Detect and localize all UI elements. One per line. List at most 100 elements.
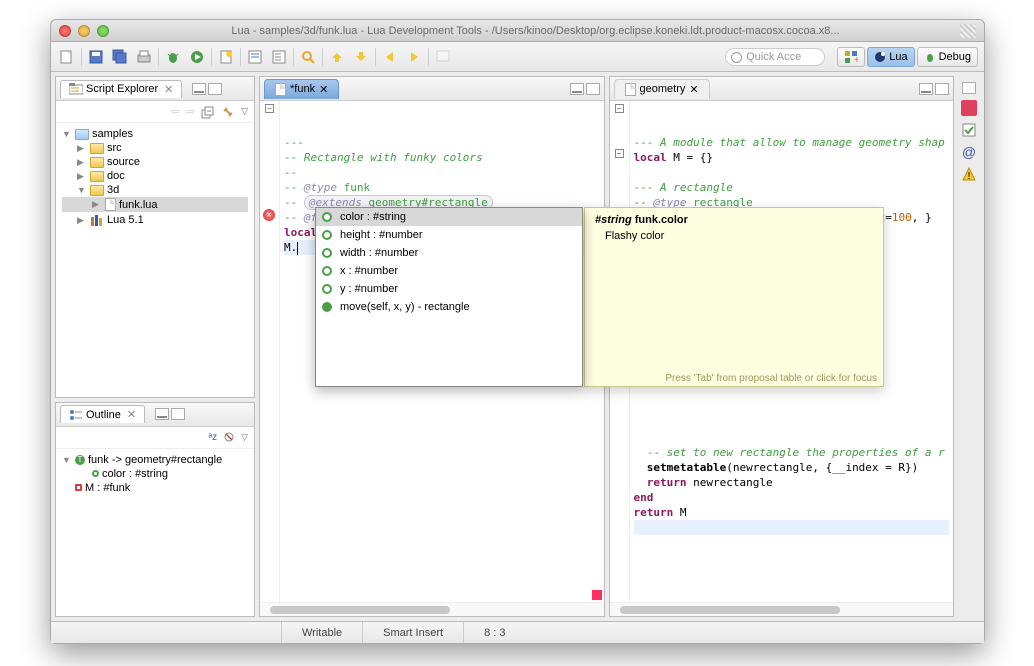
close-icon[interactable]: ✕ bbox=[127, 408, 136, 421]
status-writable: Writable bbox=[281, 622, 362, 643]
toggle-comment-button[interactable] bbox=[245, 47, 265, 67]
field-icon bbox=[322, 284, 332, 294]
completion-item[interactable]: move(self, x, y) - rectangle bbox=[316, 298, 582, 316]
folder-icon bbox=[90, 143, 104, 154]
editor-tab-funk[interactable]: *funk ✕ bbox=[264, 79, 339, 99]
run-button[interactable] bbox=[187, 47, 207, 67]
open-perspective-button[interactable]: + bbox=[837, 47, 865, 67]
horizontal-scrollbar[interactable] bbox=[260, 602, 604, 616]
print-button[interactable] bbox=[134, 47, 154, 67]
prev-annotation-button[interactable] bbox=[327, 47, 347, 67]
lua-file-icon bbox=[105, 198, 116, 211]
completion-item[interactable]: y : #number bbox=[316, 280, 582, 298]
toggle-block-button[interactable] bbox=[269, 47, 289, 67]
tree-item-3d[interactable]: 3d bbox=[107, 184, 119, 196]
doc-name: funk.color bbox=[632, 214, 688, 226]
debug-perspective-button[interactable]: Debug bbox=[917, 47, 978, 67]
maximize-editor-button[interactable] bbox=[935, 83, 949, 95]
new-lua-button[interactable] bbox=[216, 47, 236, 67]
back-nav-icon[interactable]: ⇦ bbox=[171, 105, 180, 118]
close-icon[interactable]: ✕ bbox=[689, 83, 698, 96]
status-insert-mode: Smart Insert bbox=[362, 622, 463, 643]
folder-icon bbox=[90, 157, 104, 168]
warning-icon[interactable]: ! bbox=[961, 166, 977, 182]
editor-tab-geometry[interactable]: geometry ✕ bbox=[614, 79, 710, 99]
titlebar: Lua - samples/3d/funk.lua - Lua Developm… bbox=[51, 20, 984, 42]
module-icon bbox=[75, 484, 82, 491]
outline-item-color[interactable]: color : #string bbox=[102, 468, 168, 480]
view-menu-icon[interactable]: ▽ bbox=[241, 432, 248, 443]
fold-icon[interactable]: − bbox=[615, 149, 624, 158]
error-marker[interactable] bbox=[592, 590, 602, 600]
doc-popup[interactable]: #string funk.color Flashy color Press 'T… bbox=[584, 207, 884, 387]
outline-item-m[interactable]: M : #funk bbox=[85, 482, 130, 494]
fwd-nav-icon[interactable]: ⇨ bbox=[186, 105, 195, 118]
view-menu-icon[interactable]: ▽ bbox=[241, 106, 248, 117]
completion-item[interactable]: width : #number bbox=[316, 244, 582, 262]
minimize-view-button[interactable] bbox=[192, 83, 206, 95]
outline-item-funk[interactable]: funk -> geometry#rectangle bbox=[88, 454, 222, 466]
minimize-editor-button[interactable] bbox=[570, 83, 584, 95]
method-icon bbox=[322, 302, 332, 312]
ruby-icon[interactable] bbox=[961, 100, 977, 116]
right-trim: @ ! bbox=[958, 76, 980, 617]
tree-item-doc[interactable]: doc bbox=[107, 170, 125, 182]
error-icon: ✕ bbox=[263, 209, 275, 221]
project-icon bbox=[75, 129, 89, 140]
maximize-view-button[interactable] bbox=[208, 83, 222, 95]
folder-icon bbox=[90, 185, 104, 196]
outline-tree[interactable]: ▼Tfunk -> geometry#rectangle color : #st… bbox=[56, 449, 254, 616]
quick-access-input[interactable]: Quick Acce bbox=[725, 48, 825, 66]
forward-button[interactable] bbox=[404, 47, 424, 67]
tree-item-src[interactable]: src bbox=[107, 142, 122, 154]
close-window-button[interactable] bbox=[59, 25, 71, 37]
fold-icon[interactable]: − bbox=[265, 104, 274, 113]
at-icon[interactable]: @ bbox=[961, 144, 977, 160]
script-explorer-tab[interactable]: Script Explorer ✕ bbox=[60, 80, 182, 98]
completion-popup[interactable]: color : #string height : #number width :… bbox=[315, 207, 583, 387]
restore-icon[interactable] bbox=[962, 82, 976, 94]
fold-icon[interactable]: − bbox=[615, 104, 624, 113]
field-icon bbox=[322, 248, 332, 258]
filter-icon[interactable] bbox=[223, 431, 235, 443]
zoom-window-button[interactable] bbox=[97, 25, 109, 37]
maximize-editor-button[interactable] bbox=[586, 83, 600, 95]
close-icon[interactable]: ✕ bbox=[319, 83, 328, 96]
save-all-button[interactable] bbox=[110, 47, 130, 67]
lua-file-icon bbox=[275, 83, 286, 96]
search-button[interactable] bbox=[298, 47, 318, 67]
debug-button[interactable] bbox=[163, 47, 183, 67]
maximize-view-button[interactable] bbox=[171, 408, 185, 420]
link-editor-icon[interactable] bbox=[221, 105, 235, 119]
tree-item-samples[interactable]: samples bbox=[92, 128, 133, 140]
explorer-toolbar: ⇦ ⇨ ▽ bbox=[56, 101, 254, 123]
close-icon[interactable]: ✕ bbox=[164, 83, 173, 96]
collapse-all-icon[interactable] bbox=[201, 105, 215, 119]
folder-icon bbox=[90, 171, 104, 182]
completion-item[interactable]: x : #number bbox=[316, 262, 582, 280]
explorer-tree[interactable]: ▼samples ▶src ▶source ▶doc ▼3d ▶funk.lua… bbox=[56, 123, 254, 397]
completion-item[interactable]: color : #string bbox=[316, 208, 582, 226]
main-toolbar: Quick Acce + Lua Debug bbox=[51, 42, 984, 72]
outline-label: Outline bbox=[86, 409, 121, 421]
save-button[interactable] bbox=[86, 47, 106, 67]
new-button[interactable] bbox=[57, 47, 77, 67]
minimize-editor-button[interactable] bbox=[919, 83, 933, 95]
type-icon: T bbox=[75, 455, 85, 465]
minimize-window-button[interactable] bbox=[78, 25, 90, 37]
next-annotation-button[interactable] bbox=[351, 47, 371, 67]
tree-item-lua51[interactable]: Lua 5.1 bbox=[107, 214, 144, 226]
script-explorer-label: Script Explorer bbox=[86, 83, 158, 95]
tree-item-source[interactable]: source bbox=[107, 156, 140, 168]
lua-perspective-button[interactable]: Lua bbox=[867, 47, 914, 67]
minimize-view-button[interactable] bbox=[155, 408, 169, 420]
horizontal-scrollbar[interactable] bbox=[610, 602, 954, 616]
pin-button[interactable] bbox=[433, 47, 453, 67]
tree-item-funk[interactable]: funk.lua bbox=[119, 199, 158, 211]
completion-item[interactable]: height : #number bbox=[316, 226, 582, 244]
outline-tab[interactable]: Outline ✕ bbox=[60, 405, 145, 423]
sort-icon[interactable]: ᵃz bbox=[208, 432, 217, 443]
tasks-icon[interactable] bbox=[961, 122, 977, 138]
svg-text:+: + bbox=[854, 55, 858, 64]
back-button[interactable] bbox=[380, 47, 400, 67]
